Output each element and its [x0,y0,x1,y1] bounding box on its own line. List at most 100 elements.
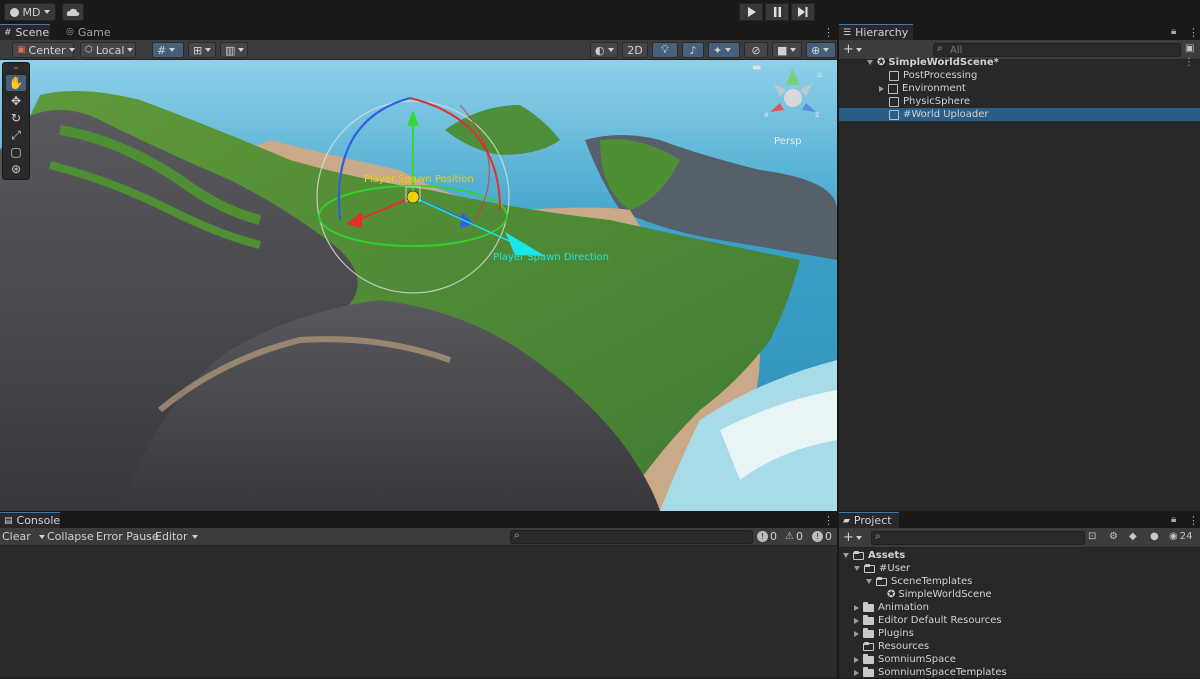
search-mode-icon[interactable]: ▣ [1185,43,1194,54]
create-dropdown[interactable]: + [843,42,862,57]
hierarchy-item-postprocessing[interactable]: PostProcessing [839,69,1200,82]
more-options-icon[interactable]: ⋮ [1188,26,1199,39]
step-button[interactable] [791,3,815,21]
scene-render [0,60,837,511]
console-search-input[interactable] [510,530,753,544]
project-tree-row[interactable]: Animation [854,601,929,614]
camera-dropdown[interactable]: ■ [772,42,802,58]
lock-icon[interactable]: 🔒︎ [1171,26,1176,37]
warning-filter-icon[interactable]: ● [1150,531,1159,542]
project-tree-row[interactable]: Assets [843,549,905,562]
create-asset-dropdown[interactable]: + [843,530,862,545]
more-options-icon[interactable]: ⋮ [1188,514,1199,527]
tab-scene[interactable]: # Scene [0,24,50,40]
expand-arrow-icon[interactable] [843,553,849,558]
clear-dropdown[interactable]: Clear [2,530,45,543]
expand-arrow-icon[interactable] [854,669,859,676]
hierarchy-item-environment[interactable]: Environment [839,82,1200,95]
hierarchy-item-world-uploader[interactable]: #World Uploader [839,108,1200,121]
project-tree-row[interactable]: Editor Default Resources [854,614,1002,627]
rotate-tool-icon[interactable]: ↻ [6,110,26,126]
warning-count: 0 [795,530,803,543]
tab-hierarchy[interactable]: ☰ Hierarchy [839,24,913,40]
project-tree-label: Assets [868,550,906,561]
move-tool-icon[interactable]: ✥ [6,93,26,109]
hierarchy-search-input[interactable]: All [933,43,1181,57]
folder-tab-icon: ▰ [843,515,850,526]
account-dropdown[interactable]: MD [4,3,56,21]
lock-icon[interactable]: ⌂ [817,70,822,79]
gizmos-dropdown[interactable]: ⊕ [806,42,836,58]
error-pause-button[interactable]: Error Pause [96,530,159,543]
pivot-rotation-dropdown[interactable]: ⬡ Local [80,42,136,58]
expand-arrow-icon[interactable] [854,617,859,624]
grid-snap-dropdown[interactable]: # [152,42,184,58]
editor-dropdown[interactable]: Editor [155,530,198,543]
hand-tool-icon[interactable]: ✋ [6,75,26,91]
tab-project[interactable]: ▰ Project [839,512,899,528]
hierarchy-search-placeholder: All [950,44,963,56]
project-search-input[interactable] [871,531,1085,545]
expand-arrow-icon[interactable] [854,656,859,663]
project-tree-row[interactable]: SceneTemplates [866,575,972,588]
label-icon[interactable]: ◆ [1129,531,1137,542]
scale-tool-icon[interactable]: ⤢ [6,127,26,143]
hidden-count: 24 [1179,531,1193,542]
audio-toggle[interactable]: ♪ [682,42,704,58]
view-menu-icon[interactable]: ▬ [752,62,761,73]
folder-open-icon [876,576,887,586]
search-by-type-icon[interactable]: ⊡ [1088,531,1096,542]
project-tree-row[interactable]: Plugins [854,627,914,640]
project-tree-row[interactable]: #User [854,562,910,575]
scene-root-row[interactable]: ✪ SimpleWorldScene* ⋮ [839,56,1200,69]
effects-dropdown[interactable]: ✦ [708,42,740,58]
expand-arrow-icon[interactable] [854,630,859,637]
tab-game[interactable]: ◎ Game [62,24,112,40]
step-icon [798,7,808,17]
more-options-icon[interactable]: ⋮ [823,514,834,527]
warning-toggle[interactable]: ⚠ 0 [785,530,803,543]
folder-icon [863,666,874,677]
console-icon: ▤ [4,515,13,526]
pause-icon [773,7,781,17]
more-options-icon[interactable]: ⋮ [823,26,834,39]
toggle-2d-button[interactable]: 2D [622,42,648,58]
more-options-icon[interactable]: ⋮ [1184,57,1194,68]
play-button[interactable] [739,3,763,21]
view-axis-z-label: z [815,110,820,119]
transform-tool-icon[interactable]: ⊛ [6,161,26,177]
expand-arrow-icon[interactable] [867,60,873,65]
toggle-toolbars-dropdown[interactable]: ▥ [220,42,248,58]
project-tree-row[interactable]: SomniumSpaceTemplates [854,666,1007,679]
hierarchy-item-physicsphere[interactable]: PhysicSphere [839,95,1200,108]
pause-button[interactable] [765,3,789,21]
error-toggle[interactable]: ! 0 [812,530,832,543]
info-icon: ! [757,531,768,542]
filter-icon[interactable]: ⚙ [1109,531,1118,542]
pivot-mode-dropdown[interactable]: ▣ Center [12,42,75,58]
collapse-button[interactable]: Collapse [47,530,94,543]
lighting-toggle[interactable]: 💡︎ [652,42,678,58]
project-tree-row[interactable]: SomniumSpace [854,653,956,666]
console-tabbar: ▤ Console ⋮ [0,512,837,528]
increment-snap-dropdown[interactable]: ⊞ [188,42,216,58]
projection-label[interactable]: Persp [774,136,802,147]
project-tree-row[interactable]: Resources [863,640,929,653]
expand-arrow-icon[interactable] [854,566,860,571]
expand-arrow-icon[interactable] [879,85,884,92]
tab-console[interactable]: ▤ Console [0,512,60,528]
draw-mode-dropdown[interactable]: ◐ [590,42,618,58]
project-tree-row[interactable]: ✪ SimpleWorldScene [887,588,992,601]
expand-arrow-icon[interactable] [854,604,859,611]
info-toggle[interactable]: ! 0 [757,530,777,543]
rect-tool-icon[interactable]: ▢ [6,144,26,160]
console-log-area[interactable] [0,546,837,678]
lock-icon[interactable]: 🔒︎ [1171,514,1176,525]
hidden-count-toggle[interactable]: ◉ 24 [1169,531,1192,542]
scene-viewport[interactable]: Player Spawn Position Player Spawn Direc… [0,60,837,511]
cloud-button[interactable] [62,3,84,21]
drag-handle-icon[interactable]: ═ [6,64,26,72]
clear-label: Clear [2,530,31,543]
expand-arrow-icon[interactable] [866,579,872,584]
visibility-toggle[interactable]: ⊘ [744,42,768,58]
